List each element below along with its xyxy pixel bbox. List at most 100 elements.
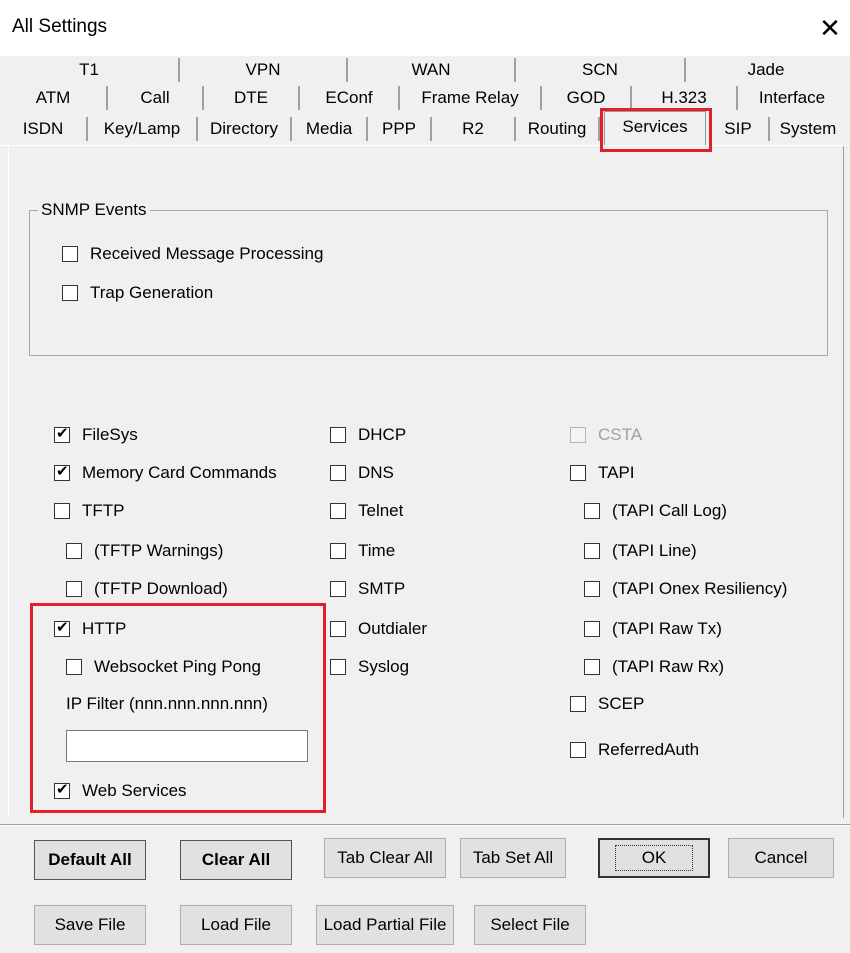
checkbox-box[interactable]	[62, 246, 78, 262]
tab-directory[interactable]: Directory	[198, 117, 292, 141]
tab-isdn[interactable]: ISDN	[0, 117, 88, 141]
memory-card-commands-checkbox[interactable]: Memory Card Commands	[54, 462, 277, 483]
title-bar: All Settings ✕	[0, 0, 850, 56]
tab-media[interactable]: Media	[292, 117, 368, 141]
cancel-button[interactable]: Cancel	[728, 838, 834, 878]
load-file-button[interactable]: Load File	[180, 905, 292, 945]
tftp-checkbox[interactable]: TFTP	[54, 501, 125, 521]
checkbox-box[interactable]	[66, 581, 82, 597]
tab-clear-all-button[interactable]: Tab Clear All	[324, 838, 446, 878]
tapi-call-log-checkbox[interactable]: (TAPI Call Log)	[584, 501, 727, 521]
checkbox-label: DHCP	[358, 425, 407, 444]
checkbox-box[interactable]	[54, 503, 70, 519]
bottom-separator-highlight	[0, 825, 850, 826]
checkbox-label: (TFTP Download)	[94, 579, 228, 598]
checkbox-label: (TAPI Line)	[612, 541, 697, 560]
checkbox-label: FileSys	[82, 425, 138, 444]
received-message-processing-checkbox[interactable]: Received Message Processing	[62, 244, 323, 264]
checkbox-box[interactable]	[330, 621, 346, 637]
checkbox-box[interactable]	[570, 465, 586, 481]
syslog-checkbox[interactable]: Syslog	[330, 657, 409, 677]
tftp-warnings-checkbox[interactable]: (TFTP Warnings)	[66, 541, 223, 561]
tab-system[interactable]: System	[770, 117, 846, 141]
ok-button-label: OK	[614, 845, 694, 871]
dns-checkbox[interactable]: DNS	[330, 463, 394, 483]
checkbox-label: (TFTP Warnings)	[94, 541, 224, 560]
checkbox-label: Trap Generation	[90, 283, 214, 302]
checkbox-box[interactable]	[570, 696, 586, 712]
ok-button[interactable]: OK	[598, 838, 710, 878]
tab-routing[interactable]: Routing	[516, 117, 600, 141]
tab-sip[interactable]: SIP	[708, 117, 770, 141]
checkbox-box[interactable]	[54, 424, 70, 444]
checkbox-box[interactable]	[570, 742, 586, 758]
tapi-checkbox[interactable]: TAPI	[570, 463, 635, 483]
tab-interface[interactable]: Interface	[738, 86, 846, 110]
checkbox-label: Telnet	[358, 501, 404, 520]
tapi-raw-rx-checkbox[interactable]: (TAPI Raw Rx)	[584, 657, 724, 677]
checkbox-box[interactable]	[584, 503, 600, 519]
checkbox-label: Outdialer	[358, 619, 427, 638]
tab-set-all-button[interactable]: Tab Set All	[460, 838, 566, 878]
tftp-download-checkbox[interactable]: (TFTP Download)	[66, 579, 228, 599]
tab-scn[interactable]: SCN	[516, 58, 686, 82]
tab-econf[interactable]: EConf	[300, 86, 400, 110]
tab-jade[interactable]: Jade	[686, 58, 846, 82]
scep-checkbox[interactable]: SCEP	[570, 694, 644, 714]
tab-dte[interactable]: DTE	[204, 86, 300, 110]
highlight-http-group	[30, 603, 326, 813]
outdialer-checkbox[interactable]: Outdialer	[330, 619, 427, 639]
checkbox-label: TFTP	[82, 501, 125, 520]
checkbox-box[interactable]	[330, 465, 346, 481]
checkbox-box[interactable]	[584, 581, 600, 597]
checkbox-box[interactable]	[54, 462, 70, 482]
tab-t1[interactable]: T1	[0, 58, 180, 82]
checkbox-label: Syslog	[358, 657, 410, 676]
tab-wan[interactable]: WAN	[348, 58, 516, 82]
checkbox-label: (TAPI Raw Tx)	[612, 619, 722, 638]
save-file-button[interactable]: Save File	[34, 905, 146, 945]
window-title: All Settings	[12, 16, 108, 37]
telnet-checkbox[interactable]: Telnet	[330, 501, 403, 521]
checkbox-box[interactable]	[330, 543, 346, 559]
tapi-raw-tx-checkbox[interactable]: (TAPI Raw Tx)	[584, 619, 722, 639]
checkbox-box[interactable]	[584, 543, 600, 559]
checkbox-box[interactable]	[330, 659, 346, 675]
tab-key-lamp[interactable]: Key/Lamp	[88, 117, 198, 141]
filesys-checkbox[interactable]: FileSys	[54, 424, 138, 445]
select-file-button[interactable]: Select File	[474, 905, 586, 945]
clear-all-button[interactable]: Clear All	[180, 840, 292, 880]
close-icon[interactable]: ✕	[810, 8, 850, 48]
tab-r2[interactable]: R2	[432, 117, 516, 141]
checkbox-box[interactable]	[62, 285, 78, 301]
dhcp-checkbox[interactable]: DHCP	[330, 425, 406, 445]
tapi-onex-resiliency-checkbox[interactable]: (TAPI Onex Resiliency)	[584, 579, 787, 599]
tapi-line-checkbox[interactable]: (TAPI Line)	[584, 541, 697, 561]
referredauth-checkbox[interactable]: ReferredAuth	[570, 740, 699, 760]
csta-checkbox: CSTA	[570, 425, 642, 445]
tab-h323[interactable]: H.323	[632, 86, 738, 110]
checkbox-box[interactable]	[584, 621, 600, 637]
checkbox-label: ReferredAuth	[598, 740, 700, 759]
checkbox-box[interactable]	[330, 427, 346, 443]
tab-vpn[interactable]: VPN	[180, 58, 348, 82]
checkbox-box[interactable]	[584, 659, 600, 675]
trap-generation-checkbox[interactable]: Trap Generation	[62, 283, 213, 303]
checkbox-label: Time	[358, 541, 396, 560]
smtp-checkbox[interactable]: SMTP	[330, 579, 405, 599]
tab-frame-relay[interactable]: Frame Relay	[400, 86, 542, 110]
tab-god[interactable]: GOD	[542, 86, 632, 110]
tab-atm[interactable]: ATM	[0, 86, 108, 110]
checkbox-box[interactable]	[66, 543, 82, 559]
checkbox-label: Memory Card Commands	[82, 463, 277, 482]
tab-ppp[interactable]: PPP	[368, 117, 432, 141]
checkbox-box[interactable]	[330, 503, 346, 519]
tab-services[interactable]: Services	[604, 111, 706, 145]
tab-call[interactable]: Call	[108, 86, 204, 110]
checkbox-label: Received Message Processing	[90, 244, 324, 263]
load-partial-file-button[interactable]: Load Partial File	[316, 905, 454, 945]
default-all-button[interactable]: Default All	[34, 840, 146, 880]
time-checkbox[interactable]: Time	[330, 541, 395, 561]
checkbox-box[interactable]	[330, 581, 346, 597]
checkbox-label: (TAPI Call Log)	[612, 501, 727, 520]
